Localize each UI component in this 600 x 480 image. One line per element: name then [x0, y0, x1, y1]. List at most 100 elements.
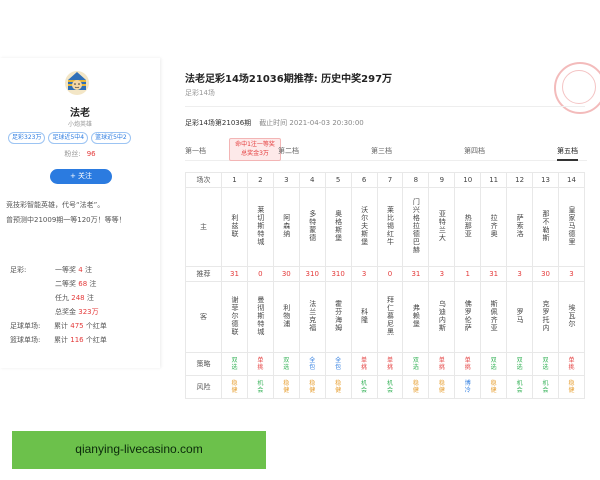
stat-part: 总奖金 [55, 308, 76, 316]
cell-pick: 3 [361, 270, 367, 278]
stat-value: 总奖金 323万 [55, 305, 99, 319]
cell-n: 10 [463, 176, 473, 184]
table-cell: 9 [428, 172, 456, 188]
table-cell: 1 [221, 172, 248, 188]
fans-count: 粉丝: 96 [0, 149, 160, 159]
stat-part: 个红单 [85, 336, 107, 344]
cell-home: 奥格斯堡 [334, 210, 343, 242]
table-cell: 机会 [246, 375, 274, 399]
table-cell: 谢菲尔德联 [221, 281, 248, 353]
stat-part: 二等奖 [55, 280, 76, 288]
cell-strategy: 单挑 [568, 357, 575, 371]
tab-tier-5[interactable]: 第五档 [557, 146, 578, 161]
table-cell: 3 [557, 266, 586, 282]
cell-home: 莱比锡红牛 [386, 206, 395, 246]
stat-part: 注 [86, 294, 94, 302]
intro-line: 曾预测中21009期一等120万！等等！ [6, 216, 126, 224]
table-cell: 10 [454, 172, 482, 188]
table-cell: 单挑 [376, 352, 404, 376]
cell-strategy: 全包 [335, 357, 342, 371]
stat-label: 篮球单场: [10, 336, 41, 344]
table-cell: 3 [428, 266, 456, 282]
table-cell: 法兰克福 [298, 281, 326, 353]
table-cell: 那不勒斯 [532, 187, 559, 267]
divider [185, 106, 585, 107]
cell-risk: 机会 [361, 380, 368, 394]
table-cell: 阿森纳 [272, 187, 300, 267]
cell-strategy: 单挑 [438, 357, 445, 371]
expert-profile-card: 法老 小炮英雄 足彩323万 足球近5中4 篮球近5中2 粉丝: 96 + 关注 … [0, 58, 160, 368]
stat-number: 248 [71, 294, 85, 302]
fans-value: 96 [86, 150, 96, 158]
table-cell: 3 [272, 172, 300, 188]
cell-home: 沃尔夫斯堡 [360, 206, 369, 246]
table-cell: 皇家马德里 [557, 187, 586, 267]
cell-away: 乌迪内斯 [438, 300, 447, 332]
table-cell: 31 [221, 266, 248, 282]
table-cell: 3 [506, 266, 534, 282]
table-cell: 单挑 [557, 352, 586, 376]
stat-value: 任九 248 注 [55, 291, 94, 305]
table-cell: 5 [324, 172, 352, 188]
table-cell: 0 [246, 266, 274, 282]
cell-risk: 稳健 [438, 380, 445, 394]
table-cell: 3 [350, 266, 378, 282]
cell-pick: 3 [439, 270, 445, 278]
table-cell: 乌迪内斯 [428, 281, 456, 353]
table-cell: 双选 [272, 352, 300, 376]
cell-n: 14 [567, 176, 576, 184]
stat-value: 一等奖 4 注 [55, 263, 92, 277]
tab-tier-2[interactable]: 第二档 [278, 146, 299, 156]
table-cell: 沃尔夫斯堡 [350, 187, 378, 267]
cell-home: 阿森纳 [282, 214, 291, 238]
tooltip-line: 命中1注一等奖 [235, 141, 275, 148]
cell-away: 利物浦 [282, 304, 291, 328]
cell-risk: 稳健 [490, 380, 497, 394]
cell-home: 那不勒斯 [542, 210, 551, 242]
cell-n: 12 [515, 176, 525, 184]
cell-pick: 3 [569, 270, 574, 278]
table-cell: 0 [376, 266, 404, 282]
cell-strategy: 单挑 [386, 357, 393, 371]
cell-home: 皇家马德里 [567, 206, 576, 246]
table-cell: 单挑 [350, 352, 378, 376]
table-row: 推荐 31 0 30 310 310 3 0 31 3 1 31 3 30 3 [185, 266, 586, 282]
cell-strategy: 单挑 [464, 357, 471, 371]
stat-number: 116 [70, 336, 84, 344]
cell-risk: 机会 [386, 380, 393, 394]
cell-away: 佛罗伦萨 [464, 300, 473, 332]
tab-tier-1[interactable]: 第一档 [185, 146, 206, 156]
row-header: 主 [185, 187, 222, 267]
table-cell: 门兴格拉德巴赫 [402, 187, 430, 267]
table-cell: 稳健 [324, 375, 352, 399]
cell-away: 霍芬海姆 [334, 300, 343, 332]
table-cell: 稳健 [298, 375, 326, 399]
intro-line: 竞技彩智能英雄，代号“法老”。 [6, 201, 105, 209]
row-header: 策略 [185, 352, 222, 376]
tooltip-line: 总奖金3万 [241, 150, 269, 157]
row-header: 风险 [185, 375, 222, 399]
cell-away: 谢菲尔德联 [230, 296, 239, 336]
cell-away: 弗赖堡 [412, 304, 421, 328]
table-cell: 曼彻斯特城 [246, 281, 274, 353]
cell-pick: 31 [411, 270, 421, 278]
table-cell: 弗赖堡 [402, 281, 430, 353]
table-cell: 310 [324, 266, 352, 282]
tag-badge: 足球近5中4 [48, 132, 89, 144]
table-cell: 4 [298, 172, 326, 188]
table-cell: 博冷 [454, 375, 482, 399]
cell-away: 拜仁慕尼黑 [386, 296, 395, 336]
cell-away: 斯佩齐亚 [490, 300, 499, 332]
cell-pick: 0 [387, 270, 393, 278]
table-cell: 单挑 [428, 352, 456, 376]
cell-n: 11 [489, 176, 499, 184]
cell-away: 科隆 [360, 308, 369, 324]
tab-tier-4[interactable]: 第四档 [464, 146, 485, 156]
table-cell: 双选 [532, 352, 559, 376]
table-cell: 稳健 [402, 375, 430, 399]
pharaoh-avatar-icon[interactable] [64, 70, 90, 96]
follow-button[interactable]: + 关注 [50, 169, 112, 184]
cell-risk: 稳健 [412, 380, 419, 394]
tab-tier-3[interactable]: 第三档 [371, 146, 392, 156]
cell-pick: 310 [331, 270, 345, 278]
